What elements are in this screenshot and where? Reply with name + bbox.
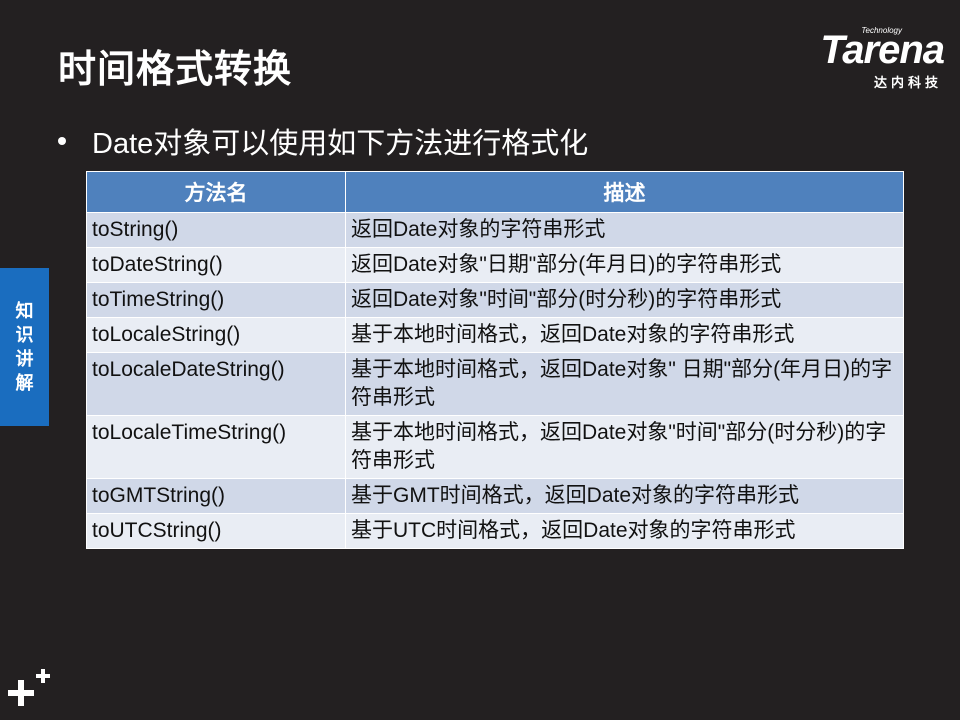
table-row: toLocaleDateString() 基于本地时间格式，返回Date对象" … — [86, 352, 904, 416]
description-cell: 返回Date对象"时间"部分(时分秒)的字符串形式 — [345, 282, 904, 318]
logo-wordmark: Tarena — [820, 28, 945, 72]
method-cell: toLocaleString() — [86, 317, 346, 353]
table-row: toGMTString() 基于GMT时间格式，返回Date对象的字符串形式 — [86, 478, 904, 514]
table-row: toLocaleTimeString() 基于本地时间格式，返回Date对象"时… — [86, 415, 904, 479]
table-row: toTimeString() 返回Date对象"时间"部分(时分秒)的字符串形式 — [86, 282, 904, 318]
table-row: toLocaleString() 基于本地时间格式，返回Date对象的字符串形式 — [86, 317, 904, 353]
description-cell: 基于GMT时间格式，返回Date对象的字符串形式 — [345, 478, 904, 514]
plus-icon — [8, 669, 50, 706]
table-header-row: 方法名 描述 — [86, 171, 904, 213]
header-method: 方法名 — [86, 171, 346, 213]
slide-title: 时间格式转换 — [58, 49, 293, 91]
bullet-icon — [58, 137, 66, 145]
method-cell: toUTCString() — [86, 513, 346, 549]
table-row: toString() 返回Date对象的字符串形式 — [86, 212, 904, 248]
side-tab-char: 识 — [15, 325, 34, 345]
method-cell: toLocaleTimeString() — [86, 415, 346, 479]
description-cell: 返回Date对象的字符串形式 — [345, 212, 904, 248]
method-cell: toString() — [86, 212, 346, 248]
method-cell: toTimeString() — [86, 282, 346, 318]
method-cell: toGMTString() — [86, 478, 346, 514]
methods-table: 方法名 描述 toString() 返回Date对象的字符串形式 toDateS… — [86, 171, 904, 549]
bullet-text: Date对象可以使用如下方法进行格式化 — [92, 128, 589, 160]
table-row: toDateString() 返回Date对象"日期"部分(年月日)的字符串形式 — [86, 247, 904, 283]
bullet-line: Date对象可以使用如下方法进行格式化 — [58, 120, 588, 162]
side-tab-char: 解 — [15, 373, 34, 393]
description-cell: 基于本地时间格式，返回Date对象的字符串形式 — [345, 317, 904, 353]
description-cell: 基于本地时间格式，返回Date对象" 日期"部分(年月日)的字符串形式 — [345, 352, 904, 416]
side-tab[interactable]: 知 识 讲 解 — [0, 268, 49, 426]
description-cell: 基于UTC时间格式，返回Date对象的字符串形式 — [345, 513, 904, 549]
table-row: toUTCString() 基于UTC时间格式，返回Date对象的字符串形式 — [86, 513, 904, 549]
side-tab-char: 讲 — [15, 349, 34, 369]
description-cell: 返回Date对象"日期"部分(年月日)的字符串形式 — [345, 247, 904, 283]
side-tab-char: 知 — [15, 301, 34, 321]
description-cell: 基于本地时间格式，返回Date对象"时间"部分(时分秒)的字符串形式 — [345, 415, 904, 479]
header-description: 描述 — [345, 171, 904, 213]
method-cell: toLocaleDateString() — [86, 352, 346, 416]
tarena-logo: Technology Tarena 达内科技 — [779, 26, 945, 90]
logo-chinese: 达内科技 — [873, 75, 942, 90]
method-cell: toDateString() — [86, 247, 346, 283]
